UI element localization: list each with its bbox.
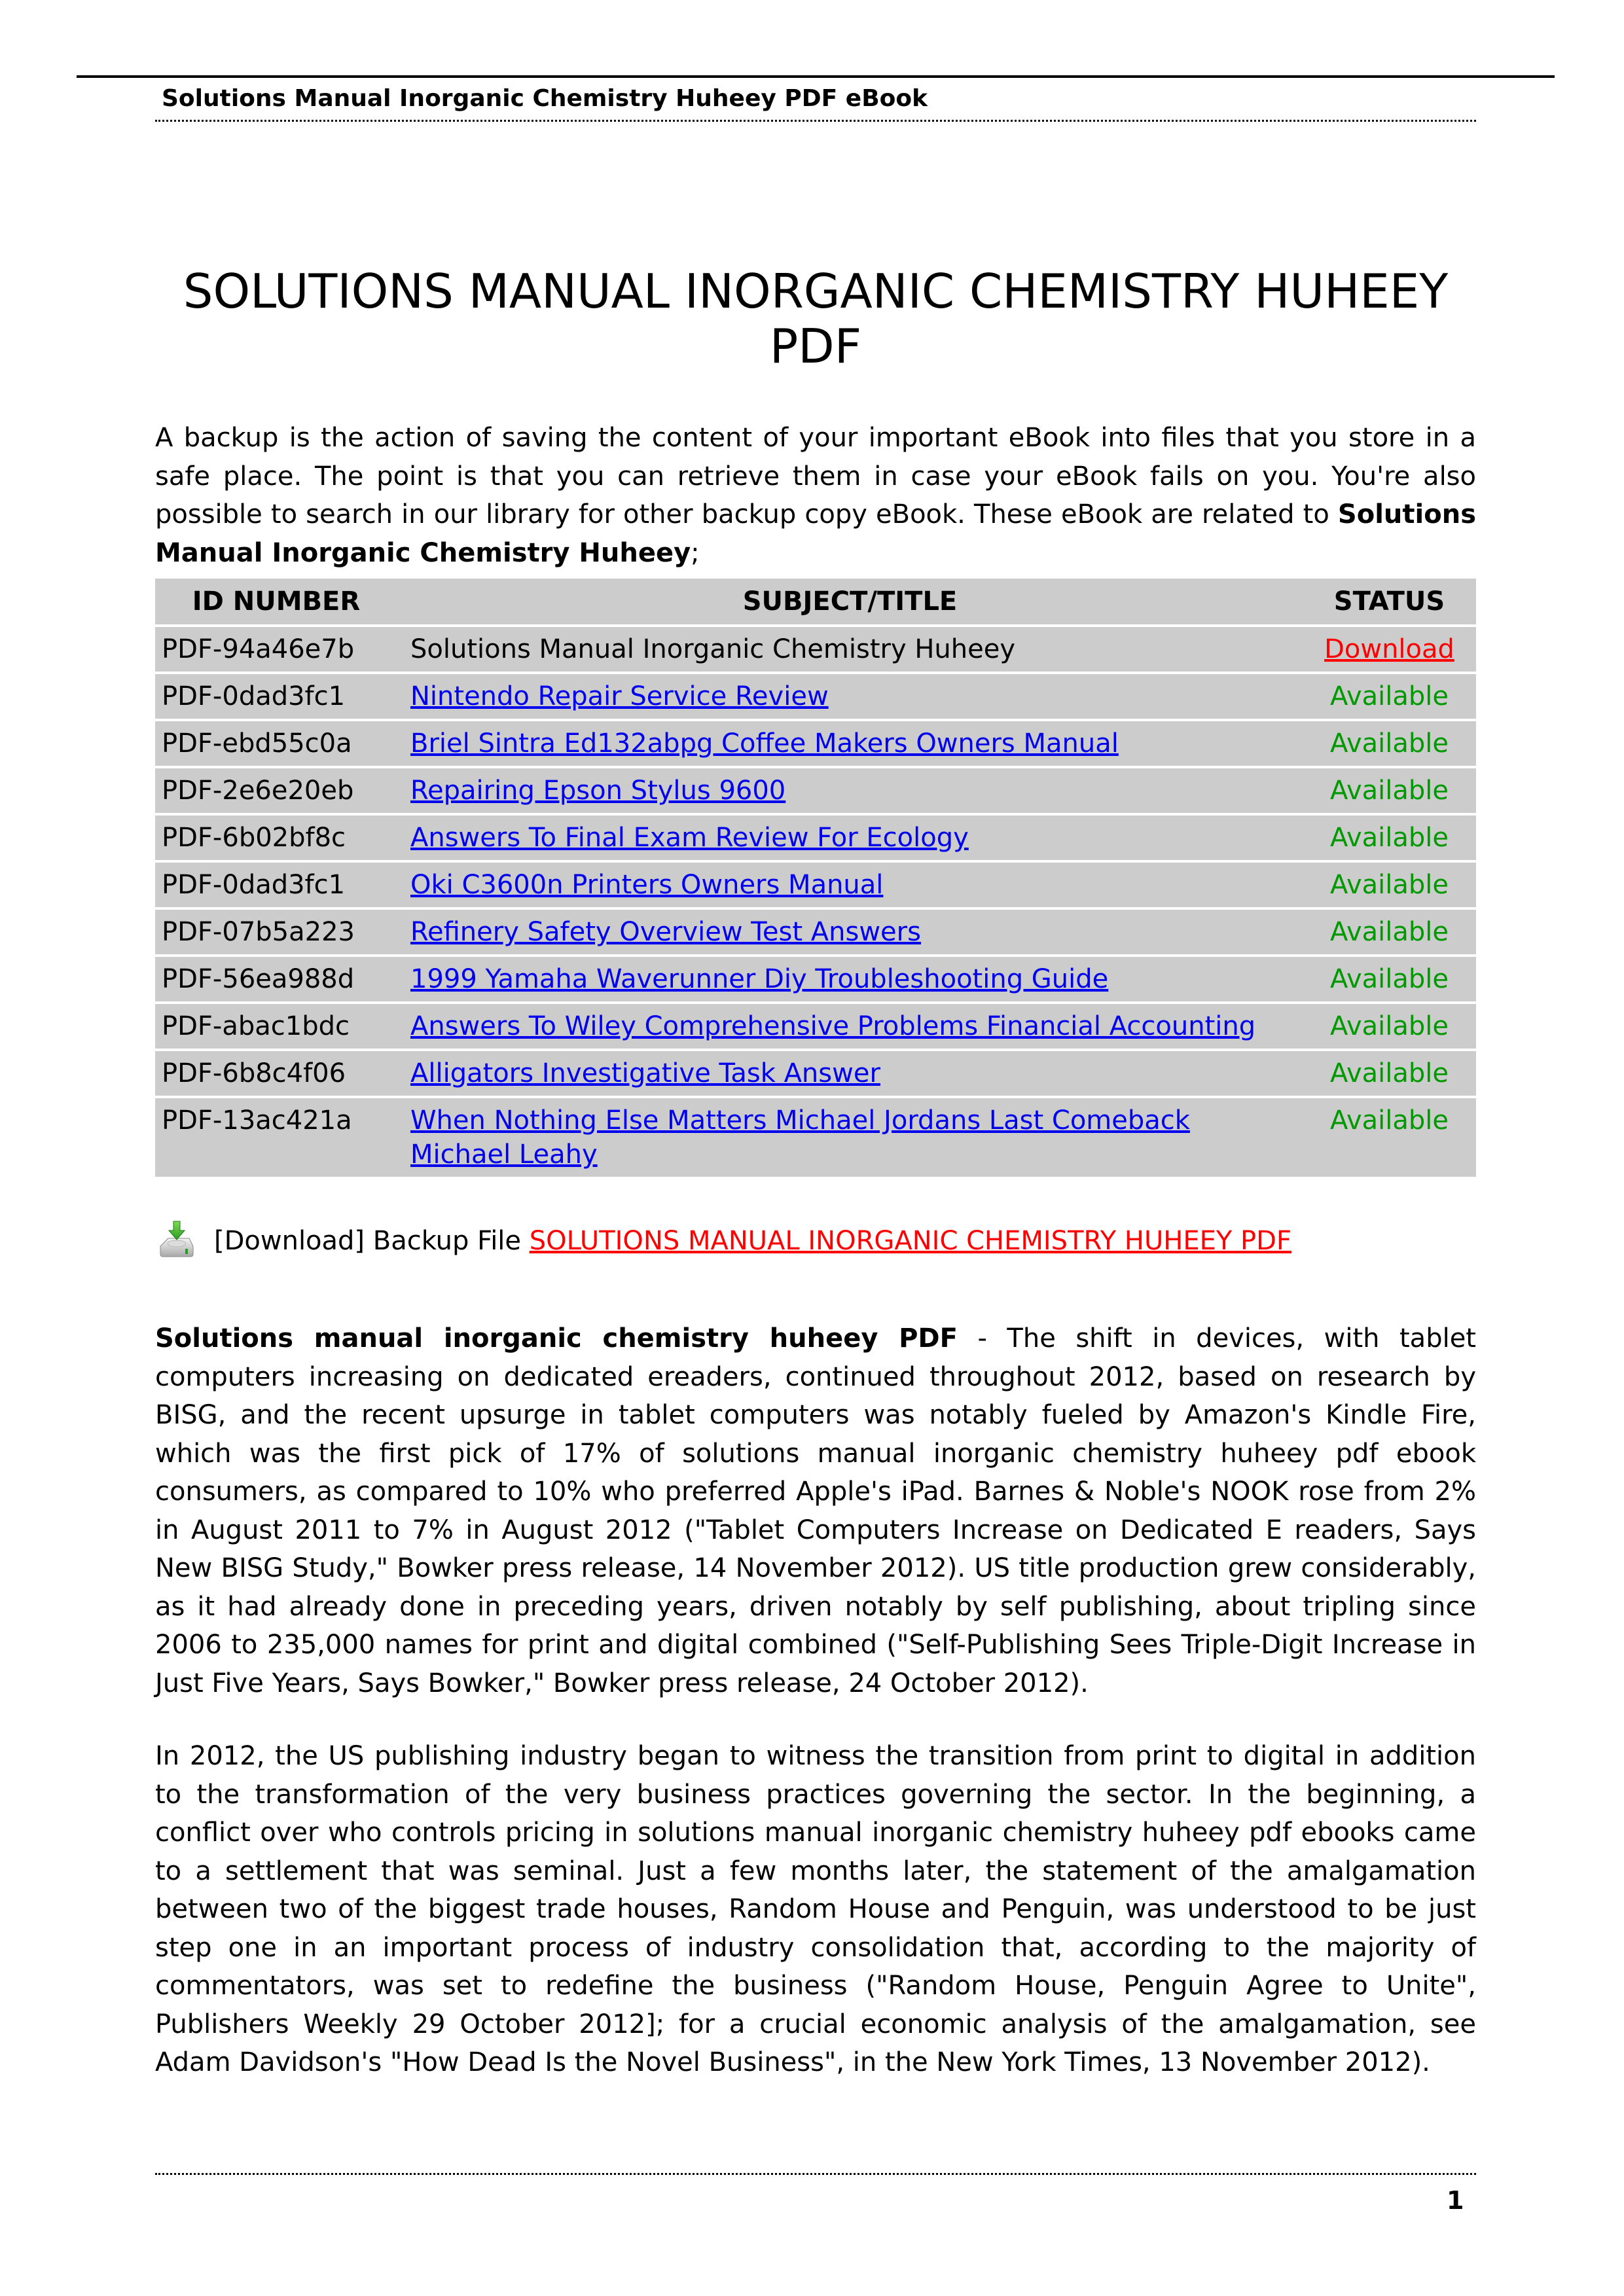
cell-status: Available xyxy=(1303,1004,1476,1049)
cell-status: Available xyxy=(1303,816,1476,860)
footer-dotted-divider xyxy=(155,2173,1476,2175)
subject-title: Solutions Manual Inorganic Chemistry Huh… xyxy=(410,634,1016,664)
subject-link[interactable]: Answers To Final Exam Review For Ecology xyxy=(410,823,969,853)
cell-subject: When Nothing Else Matters Michael Jordan… xyxy=(397,1098,1303,1177)
cell-id: PDF-0dad3fc1 xyxy=(155,863,397,907)
cell-status: Available xyxy=(1303,910,1476,954)
table-row: PDF-0dad3fc1 Oki C3600n Printers Owners M… xyxy=(155,863,1476,907)
cell-status: Download xyxy=(1303,627,1476,672)
status-available: Available xyxy=(1329,1105,1449,1136)
cell-subject: Nintendo Repair Service Review xyxy=(397,674,1303,719)
status-available: Available xyxy=(1329,917,1449,947)
subject-link[interactable]: 1999 Yamaha Waverunner Diy Troubleshooti… xyxy=(410,964,1108,994)
cell-status: Available xyxy=(1303,674,1476,719)
table-row: PDF-abac1bdc Answers To Wiley Comprehensi… xyxy=(155,1004,1476,1049)
subject-link[interactable]: Refinery Safety Overview Test Answers xyxy=(410,917,921,947)
body-lead-bold: Solutions manual inorganic chemistry huh… xyxy=(155,1323,958,1354)
backup-prefix: [Download] Backup File xyxy=(214,1226,530,1256)
cell-subject: 1999 Yamaha Waverunner Diy Troubleshooti… xyxy=(397,957,1303,1001)
subject-link[interactable]: Nintendo Repair Service Review xyxy=(410,681,829,711)
status-available: Available xyxy=(1329,823,1449,853)
backup-download-link[interactable]: SOLUTIONS MANUAL INORGANIC CHEMISTRY HUH… xyxy=(530,1222,1291,1260)
table-row: PDF-56ea988d 1999 Yamaha Waverunner Diy T… xyxy=(155,957,1476,1001)
cell-id: PDF-56ea988d xyxy=(155,957,397,1001)
cell-status: Available xyxy=(1303,863,1476,907)
column-header-status: STATUS xyxy=(1303,579,1476,624)
subject-link[interactable]: Briel Sintra Ed132abpg Coffee Makers Own… xyxy=(410,728,1119,759)
backup-file-line: [Download] Backup File SOLUTIONS MANUAL … xyxy=(155,1221,1291,1261)
page-number: 1 xyxy=(1447,2186,1464,2215)
cell-subject: Repairing Epson Stylus 9600 xyxy=(397,768,1303,813)
table-row: PDF-6b8c4f06 Alligators Investigative Tas… xyxy=(155,1051,1476,1096)
intro-text: A backup is the action of saving the con… xyxy=(155,423,1476,529)
cell-subject: Briel Sintra Ed132abpg Coffee Makers Own… xyxy=(397,721,1303,766)
status-available: Available xyxy=(1329,1058,1449,1088)
cell-id: PDF-0dad3fc1 xyxy=(155,674,397,719)
status-available: Available xyxy=(1329,681,1449,711)
table-header-row: ID NUMBER SUBJECT/TITLE STATUS xyxy=(155,579,1476,624)
status-available: Available xyxy=(1329,1011,1449,1041)
table-row: PDF-0dad3fc1 Nintendo Repair Service Revi… xyxy=(155,674,1476,719)
table-row: PDF-ebd55c0a Briel Sintra Ed132abpg Coffe… xyxy=(155,721,1476,766)
cell-status: Available xyxy=(1303,768,1476,813)
status-available: Available xyxy=(1329,870,1449,900)
subject-link[interactable]: Oki C3600n Printers Owners Manual xyxy=(410,870,883,900)
running-header: Solutions Manual Inorganic Chemistry Huh… xyxy=(162,85,928,112)
cell-subject: Answers To Final Exam Review For Ecology xyxy=(397,816,1303,860)
cell-id: PDF-abac1bdc xyxy=(155,1004,397,1049)
subject-link[interactable]: When Nothing Else Matters Michael Jordan… xyxy=(410,1105,1190,1170)
table-row: PDF-94a46e7b Solutions Manual Inorganic C… xyxy=(155,627,1476,672)
status-available: Available xyxy=(1329,964,1449,994)
cell-subject: Oki C3600n Printers Owners Manual xyxy=(397,863,1303,907)
table-row: PDF-07b5a223 Refinery Safety Overview Tes… xyxy=(155,910,1476,954)
cell-id: PDF-ebd55c0a xyxy=(155,721,397,766)
cell-subject: Refinery Safety Overview Test Answers xyxy=(397,910,1303,954)
cell-status: Available xyxy=(1303,1051,1476,1096)
body-paragraph-1: Solutions manual inorganic chemistry huh… xyxy=(155,1319,1476,1702)
header-rule xyxy=(77,75,1555,78)
download-drive-icon xyxy=(155,1220,196,1259)
table-body: PDF-94a46e7b Solutions Manual Inorganic C… xyxy=(155,627,1476,1177)
header-dotted-divider xyxy=(155,120,1476,122)
subject-link[interactable]: Repairing Epson Stylus 9600 xyxy=(410,776,785,806)
subject-link[interactable]: Alligators Investigative Task Answer xyxy=(410,1058,880,1088)
table-row: PDF-6b02bf8c Answers To Final Exam Review… xyxy=(155,816,1476,860)
column-header-subject: SUBJECT/TITLE xyxy=(397,579,1303,624)
intro-suffix: ; xyxy=(691,537,700,568)
table-row: PDF-2e6e20eb Repairing Epson Stylus 9600 A… xyxy=(155,768,1476,813)
cell-status: Available xyxy=(1303,957,1476,1001)
column-header-id: ID NUMBER xyxy=(155,579,397,624)
cell-id: PDF-13ac421a xyxy=(155,1098,397,1177)
status-available: Available xyxy=(1329,728,1449,759)
subject-link[interactable]: Answers To Wiley Comprehensive Problems … xyxy=(410,1011,1255,1041)
cell-subject: Answers To Wiley Comprehensive Problems … xyxy=(397,1004,1303,1049)
download-link[interactable]: Download xyxy=(1324,634,1454,664)
cell-id: PDF-6b8c4f06 xyxy=(155,1051,397,1096)
table-row: PDF-13ac421a When Nothing Else Matters Mi… xyxy=(155,1098,1476,1177)
cell-status: Available xyxy=(1303,1098,1476,1177)
body-paragraph-2: In 2012, the US publishing industry bega… xyxy=(155,1741,1476,2077)
cell-id: PDF-07b5a223 xyxy=(155,910,397,954)
cell-status: Available xyxy=(1303,721,1476,766)
cell-id: PDF-94a46e7b xyxy=(155,627,397,672)
cell-id: PDF-2e6e20eb xyxy=(155,768,397,813)
status-available: Available xyxy=(1329,776,1449,806)
page-title: SOLUTIONS MANUAL INORGANIC CHEMISTRY HUH… xyxy=(183,264,1449,374)
cell-subject: Solutions Manual Inorganic Chemistry Huh… xyxy=(397,627,1303,672)
ebook-table: ID NUMBER SUBJECT/TITLE STATUS PDF-94a46… xyxy=(155,576,1476,1179)
cell-id: PDF-6b02bf8c xyxy=(155,816,397,860)
body-paragraph-1-text: - The shift in devices, with tablet comp… xyxy=(155,1323,1476,1698)
intro-paragraph: A backup is the action of saving the con… xyxy=(155,419,1476,572)
cell-subject: Alligators Investigative Task Answer xyxy=(397,1051,1303,1096)
